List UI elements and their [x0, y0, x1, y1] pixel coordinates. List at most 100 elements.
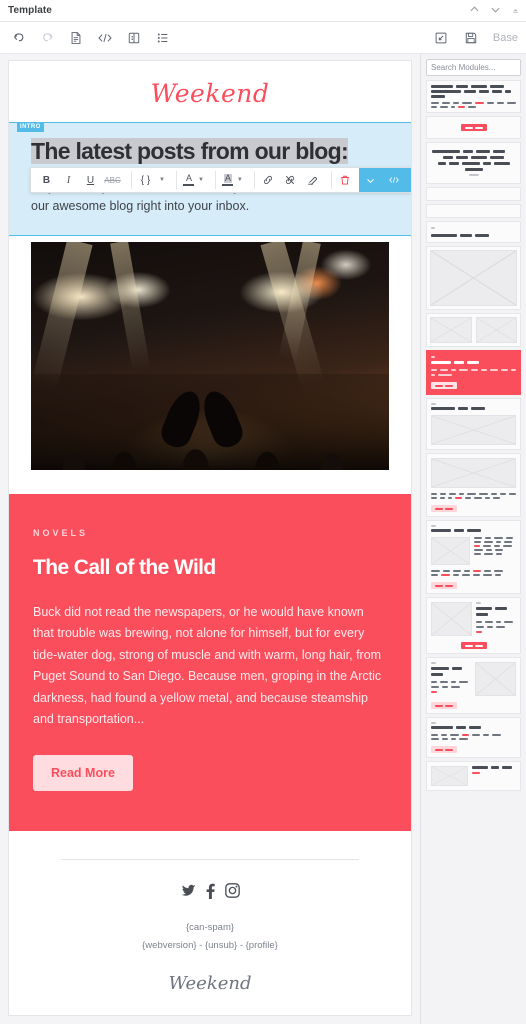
- article-block[interactable]: NOVELS The Call of the Wild Buck did not…: [9, 493, 411, 831]
- module-two-column-images[interactable]: [426, 313, 521, 347]
- highlight-color-chevron-down-icon[interactable]: ▼: [237, 177, 243, 183]
- module-text-button[interactable]: [426, 717, 521, 758]
- module-article-full[interactable]: [426, 520, 521, 594]
- rte-separator: [175, 171, 177, 189]
- module-button-preview: [431, 505, 457, 512]
- module-heading[interactable]: [426, 221, 521, 243]
- merge-tag-button[interactable]: { }: [137, 169, 154, 191]
- unlink-icon[interactable]: [282, 169, 299, 191]
- text-color-button[interactable]: A: [182, 174, 196, 186]
- window-title-bar: Template: [0, 0, 526, 22]
- module-button-preview: [431, 582, 457, 589]
- footer-links[interactable]: {webversion} - {unsub} - {profile}: [31, 937, 389, 955]
- delete-block-icon[interactable]: [411, 175, 412, 185]
- merge-tag-chevron-down-icon[interactable]: ▼: [159, 177, 165, 183]
- module-paragraph[interactable]: [426, 142, 521, 184]
- footer-canspam[interactable]: {can-spam}: [31, 919, 389, 937]
- article-kicker: NOVELS: [33, 527, 89, 538]
- module-red-cta[interactable]: [426, 350, 521, 395]
- footer-divider: [61, 858, 359, 860]
- rich-text-toolbar: B I U ABC { } ▼ A ▼ A ▼: [30, 167, 412, 193]
- image-placeholder: [431, 415, 516, 445]
- module-image-text-right[interactable]: [426, 597, 521, 654]
- image-placeholder: [475, 317, 517, 343]
- article-title[interactable]: The Call of the Wild: [33, 556, 387, 580]
- hero-image[interactable]: [31, 241, 389, 470]
- module-button-preview: [460, 124, 487, 131]
- module-button-preview: [431, 702, 457, 709]
- block-code-icon[interactable]: [387, 175, 402, 185]
- editor-body: Weekend B I U ABC { } ▼ A ▼ A ▼ INTRO Th…: [0, 54, 526, 1024]
- toolbar-left-group: [10, 30, 171, 46]
- toolbar-right-group: Base: [433, 22, 518, 53]
- delete-icon[interactable]: [337, 169, 354, 191]
- editor-toolbar: Base: [0, 22, 526, 54]
- rte-button-group: B I U ABC { } ▼ A ▼ A ▼: [31, 169, 359, 191]
- rte-separator: [253, 171, 255, 189]
- module-image-text-button[interactable]: [426, 453, 521, 517]
- intro-block-tag: INTRO: [17, 122, 44, 132]
- module-cta-button: [431, 382, 457, 389]
- article-body[interactable]: Buck did not read the newspapers, or he …: [33, 602, 387, 731]
- module-image-title[interactable]: [426, 761, 521, 791]
- collapse-up-icon[interactable]: [469, 3, 480, 19]
- hero-image-wrap: [9, 241, 411, 470]
- module-text-block[interactable]: [426, 80, 521, 113]
- window-controls: [469, 0, 520, 21]
- twitter-icon[interactable]: [180, 882, 197, 899]
- expand-down-icon[interactable]: [490, 3, 501, 19]
- template-canvas: Weekend B I U ABC { } ▼ A ▼ A ▼ INTRO Th…: [0, 54, 420, 1024]
- clear-format-eraser-icon[interactable]: [304, 169, 321, 191]
- footer-copyright[interactable]: {copyright}: [31, 1012, 389, 1016]
- rte-separator: [330, 171, 332, 189]
- intro-heading[interactable]: The latest posts from our blog:: [31, 138, 349, 164]
- image-placeholder: [431, 766, 469, 786]
- list-icon[interactable]: [155, 30, 171, 46]
- instagram-icon[interactable]: [224, 882, 241, 899]
- image-placeholder: [431, 537, 471, 565]
- image-placeholder: [430, 250, 517, 306]
- rte-separator: [131, 171, 132, 189]
- module-divider[interactable]: [426, 204, 521, 218]
- modules-sidebar: Search Modules...: [420, 54, 526, 1024]
- undo-icon[interactable]: [10, 30, 26, 46]
- strikethrough-button[interactable]: ABC: [104, 169, 121, 191]
- module-image-left-text[interactable]: [426, 657, 521, 714]
- base-label[interactable]: Base: [493, 32, 518, 44]
- page-icon[interactable]: [68, 30, 84, 46]
- insert-link-icon[interactable]: [260, 169, 277, 191]
- module-title-image[interactable]: [426, 398, 521, 450]
- collapse-block-icon[interactable]: [363, 176, 378, 185]
- code-icon[interactable]: [97, 30, 113, 46]
- footer-logo[interactable]: Weekend: [31, 973, 389, 994]
- module-button-preview: [431, 746, 457, 753]
- highlight-color-swatch: [222, 184, 234, 186]
- text-color-letter: A: [185, 173, 192, 183]
- text-color-swatch: [183, 184, 195, 186]
- minimize-icon[interactable]: [511, 3, 520, 19]
- text-color-chevron-down-icon[interactable]: ▼: [198, 177, 204, 183]
- redo-icon[interactable]: [39, 30, 55, 46]
- module-spacer[interactable]: [426, 187, 521, 201]
- save-template-icon[interactable]: [126, 30, 142, 46]
- module-button[interactable]: [426, 116, 521, 139]
- bold-button[interactable]: B: [38, 169, 55, 191]
- email-header-logo[interactable]: Weekend: [9, 61, 411, 122]
- block-action-group: [358, 168, 412, 192]
- read-more-button[interactable]: Read More: [33, 754, 133, 791]
- italic-button[interactable]: I: [60, 169, 77, 191]
- hero-hands: [167, 384, 237, 448]
- email-footer: {can-spam} {webversion} - {unsub} - {pro…: [9, 830, 411, 1016]
- module-image[interactable]: [426, 246, 521, 310]
- highlight-color-letter: A: [223, 173, 232, 183]
- image-placeholder: [430, 317, 472, 343]
- image-placeholder: [431, 458, 516, 488]
- facebook-icon[interactable]: [205, 882, 216, 899]
- module-button-preview: [460, 642, 487, 649]
- save-icon[interactable]: [463, 30, 479, 46]
- image-placeholder: [475, 662, 516, 696]
- fullscreen-icon[interactable]: [433, 30, 449, 46]
- search-modules-input[interactable]: Search Modules...: [426, 59, 521, 76]
- underline-button[interactable]: U: [82, 169, 99, 191]
- highlight-color-button[interactable]: A: [221, 174, 235, 186]
